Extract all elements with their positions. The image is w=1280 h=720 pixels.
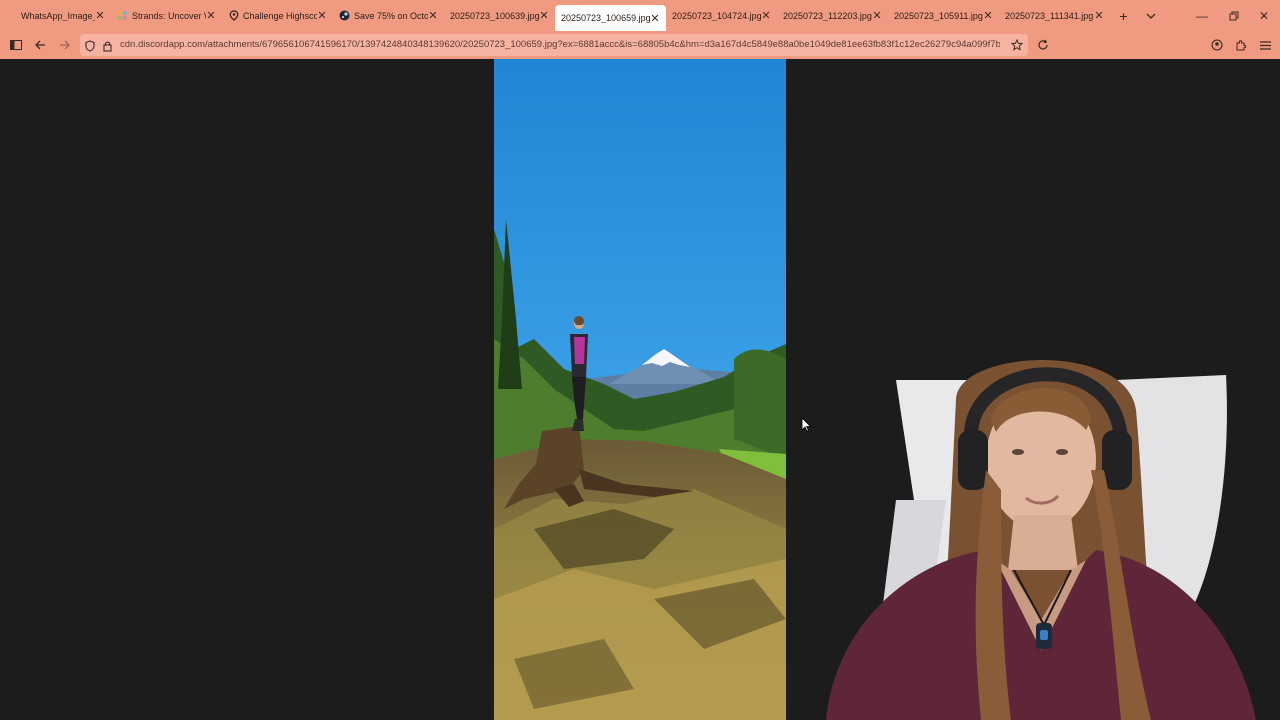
minimize-icon: —: [1196, 8, 1208, 23]
tab-image-105911[interactable]: 20250723_105911.jpg (JPEG ✕: [888, 0, 999, 31]
close-icon[interactable]: ✕: [317, 9, 327, 22]
forward-button[interactable]: [54, 35, 74, 55]
list-all-tabs-button[interactable]: [1137, 0, 1164, 31]
image-icon: [6, 10, 17, 21]
tab-title: 20250723_112203.jpg (JPEG: [783, 10, 872, 21]
tab-title: 20250723_105911.jpg (JPEG: [894, 10, 983, 21]
tab-challenge-highscore[interactable]: Challenge Highscore ✕: [222, 0, 333, 31]
tab-strip: WhatsApp_Image_2025- ✕ Strands: Uncover …: [0, 0, 1280, 31]
puzzle-icon: [1236, 40, 1247, 51]
sidebar-icon: [10, 40, 22, 50]
extensions-button[interactable]: [1231, 35, 1251, 55]
chevron-down-icon: [1146, 13, 1155, 19]
url-text[interactable]: cdn.discordapp.com/attachments/679656106…: [120, 34, 1000, 56]
account-icon: [1211, 39, 1223, 51]
tab-title: 20250723_100639.jpg (JPEG: [450, 10, 539, 21]
tab-title: 20250723_104724.jpg (JPEG: [672, 10, 761, 21]
strands-icon: [117, 10, 128, 21]
new-tab-button[interactable]: +: [1110, 0, 1137, 31]
tab-whatsapp-image[interactable]: WhatsApp_Image_2025- ✕: [0, 0, 111, 31]
close-icon[interactable]: ✕: [650, 12, 660, 25]
tab-image-111341[interactable]: 20250723_111341.jpg (JPEG ✕: [999, 0, 1110, 31]
shield-icon[interactable]: [85, 39, 95, 57]
close-window-button[interactable]: ✕: [1248, 0, 1280, 31]
close-icon[interactable]: ✕: [761, 9, 771, 22]
hamburger-icon: [1259, 40, 1271, 50]
webcam-overlay: [786, 320, 1280, 720]
close-icon[interactable]: ✕: [539, 9, 549, 22]
reload-button[interactable]: [1033, 35, 1053, 55]
plus-icon: +: [1119, 7, 1128, 24]
mouse-cursor-icon: [801, 417, 812, 437]
tab-octodad-steam[interactable]: Save 75% on Octodad ✕: [333, 0, 444, 31]
tab-title: Challenge Highscore: [243, 10, 317, 21]
reload-icon: [1038, 39, 1048, 50]
arrow-right-icon: [59, 40, 70, 50]
account-button[interactable]: [1207, 35, 1227, 55]
tab-image-112203[interactable]: 20250723_112203.jpg (JPEG ✕: [777, 0, 888, 31]
close-icon[interactable]: ✕: [95, 9, 105, 22]
restore-button[interactable]: [1218, 0, 1250, 31]
back-button[interactable]: [30, 35, 50, 55]
close-icon[interactable]: ✕: [206, 9, 216, 22]
arrow-left-icon: [34, 40, 45, 50]
tab-title: 20250723_111341.jpg (JPEG: [1005, 10, 1094, 21]
tab-strands[interactable]: Strands: Uncover Wo ✕: [111, 0, 222, 31]
sidebar-button[interactable]: [6, 35, 26, 55]
steam-icon: [339, 10, 350, 21]
address-bar[interactable]: cdn.discordapp.com/attachments/679656106…: [80, 34, 1028, 56]
map-pin-icon: [228, 10, 239, 21]
navigation-toolbar: cdn.discordapp.com/attachments/679656106…: [0, 31, 1280, 59]
tab-image-100659[interactable]: 20250723_100659.jpg (JPEG ✕: [555, 5, 666, 31]
close-icon[interactable]: ✕: [983, 9, 993, 22]
star-icon: [1011, 39, 1023, 51]
tab-title: Strands: Uncover Wo: [132, 10, 206, 21]
tab-title: WhatsApp_Image_2025-: [21, 10, 95, 21]
close-icon: ✕: [1258, 8, 1270, 23]
tab-image-104724[interactable]: 20250723_104724.jpg (JPEG ✕: [666, 0, 777, 31]
landscape-photo[interactable]: [494, 59, 786, 720]
tab-title: Save 75% on Octodad: [354, 10, 428, 21]
menu-button[interactable]: [1255, 35, 1275, 55]
minimize-button[interactable]: —: [1186, 0, 1218, 31]
close-icon[interactable]: ✕: [1094, 9, 1104, 22]
tab-image-100639[interactable]: 20250723_100639.jpg (JPEG ✕: [444, 0, 555, 31]
tab-title: 20250723_100659.jpg (JPEG: [561, 13, 650, 23]
close-icon[interactable]: ✕: [428, 9, 438, 22]
bookmark-star-button[interactable]: [1007, 35, 1027, 55]
restore-icon: [1229, 11, 1239, 20]
lock-icon[interactable]: [103, 39, 112, 57]
close-icon[interactable]: ✕: [872, 9, 882, 22]
